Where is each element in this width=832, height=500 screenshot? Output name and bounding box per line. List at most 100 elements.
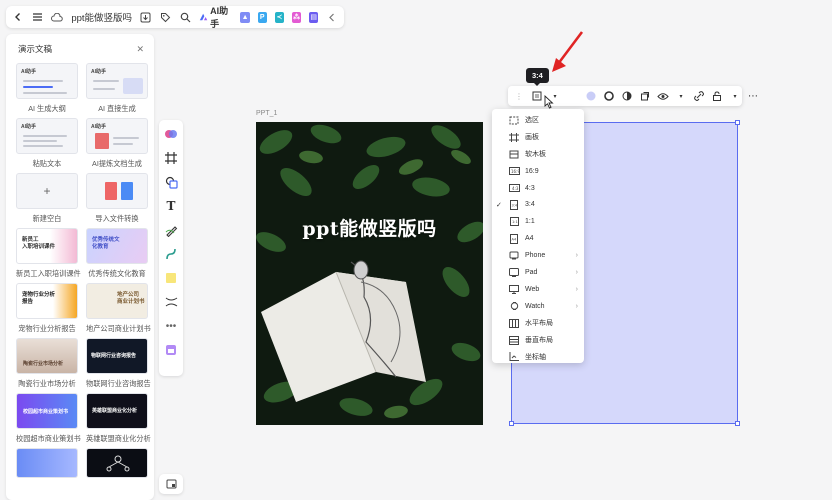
template-tile[interactable]: AI助手 AI提炼文档生成 (86, 118, 148, 169)
mindmap-tool-icon[interactable] (163, 294, 179, 310)
resize-handle[interactable] (509, 421, 514, 426)
document-title[interactable]: ppt能做竖版吗 (71, 10, 132, 24)
dropdown-item-1[interactable]: 选区 (492, 112, 584, 129)
template-tile[interactable]: 物联网行业咨询报告 物联网行业咨询报告 (86, 338, 151, 389)
template-tile[interactable]: 地产公司 商业计划书 地产公司商业计划书 (86, 283, 151, 334)
ppt-file-icon (105, 182, 117, 200)
frame-tool-icon[interactable] (163, 150, 179, 166)
slide-title[interactable]: ppt能做竖版吗 (256, 214, 483, 241)
lock-icon[interactable] (711, 89, 723, 103)
dropdown-item-13[interactable]: 水平布局 (492, 315, 584, 332)
template-tile[interactable]: 导入文件转换 (86, 173, 148, 224)
dropdown-item-4[interactable]: 16:9 16:9 (492, 163, 584, 180)
template-tile[interactable]: 校园超市商业策划书 校园超市商业策划书 (16, 393, 81, 444)
minimap-icon (166, 479, 176, 489)
template-label: 粘贴文本 (32, 159, 62, 168)
tooltip: 3:4 (526, 68, 549, 86)
fill-color-button[interactable] (585, 89, 597, 103)
dropdown-item-15[interactable]: 坐标轴 (492, 348, 584, 365)
collapse-toolbar-icon[interactable] (326, 10, 338, 24)
more-options-icon[interactable]: ⋯ (747, 89, 759, 103)
copy-style-icon[interactable] (639, 89, 651, 103)
shape-tool-icon[interactable] (163, 174, 179, 190)
dropdown-item-label: 选区 (525, 117, 539, 125)
dropdown-item-label: 水平布局 (525, 320, 553, 328)
image-tool-icon[interactable]: ▲ (240, 11, 250, 23)
template-thumbnail: AI助手 (86, 63, 148, 99)
menu-icon[interactable] (32, 10, 44, 24)
back-icon[interactable] (12, 10, 24, 24)
visibility-icon[interactable] (657, 89, 669, 103)
opacity-icon[interactable] (621, 89, 633, 103)
template-thumbnail: 宠物行业分析 报告 (16, 283, 78, 319)
tag-icon[interactable] (160, 10, 172, 24)
template-tile[interactable]: + 新建空白 (16, 173, 78, 224)
web-icon (508, 284, 520, 294)
connector-tool-icon[interactable] (163, 246, 179, 262)
border-style-icon[interactable] (603, 89, 615, 103)
template-tile[interactable]: 新员工 入职培训课件 新员工入职培训课件 (16, 228, 81, 279)
dropdown-item-3[interactable]: 软木板 (492, 146, 584, 163)
flow-tool-icon[interactable]: ⁂ (291, 11, 302, 23)
dropdown-item-9[interactable]: Phone › (492, 247, 584, 264)
frame-size-dropdown: 选区画板 软木板 16:9 16:9 4:3 4:3 ✓ 3:4 3:4 1:1 1:1 A4 A4 Ph… (492, 109, 584, 363)
vertical-layout-icon (508, 335, 520, 345)
template-tile[interactable]: 英雄联盟商业化分析 英雄联盟商业化分析 (86, 393, 151, 444)
close-icon[interactable]: ✕ (136, 44, 144, 55)
thumb-text: 宠物行业分析 报告 (22, 292, 56, 305)
dropdown-item-5[interactable]: 4:3 4:3 (492, 180, 584, 197)
template-tile[interactable]: 宠物行业分析 报告 宠物行业分析报告 (16, 283, 78, 334)
apps-icon[interactable] (163, 342, 179, 358)
template-tile[interactable]: AI助手 粘贴文本 (16, 118, 78, 169)
frame-size-button[interactable] (531, 89, 543, 103)
dropdown-item-label: Watch (525, 302, 545, 310)
template-tile[interactable]: 优秀传统文 化教育 优秀传统文化教育 (86, 228, 148, 279)
dropdown-item-label: 4:3 (525, 184, 535, 192)
sticky-note-icon[interactable] (163, 270, 179, 286)
dropdown-item-7[interactable]: 1:1 1:1 (492, 213, 584, 230)
resize-handle[interactable] (735, 421, 740, 426)
template-tile[interactable] (86, 448, 148, 478)
vertical-toolstrip: T ••• (159, 120, 183, 376)
mindmap-tool-icon[interactable]: ≺ (274, 11, 284, 23)
template-tile[interactable]: 陶瓷行业市场分析 陶瓷行业市场分析 (16, 338, 78, 389)
drag-handle-icon[interactable]: ⋮ (513, 89, 525, 103)
resize-handle[interactable] (735, 120, 740, 125)
dropdown-item-10[interactable]: Pad › (492, 264, 584, 281)
red-arrow-annotation (552, 31, 584, 72)
dropdown-item-14[interactable]: 垂直布局 (492, 332, 584, 349)
template-tile[interactable]: AI助手 AI 直接生成 (86, 63, 148, 114)
slide-page[interactable]: ppt能做竖版吗 (256, 122, 483, 425)
download-icon[interactable] (140, 10, 152, 24)
template-thumbnail: AI助手 (16, 118, 78, 154)
ai-assistant-button[interactable]: AI助手 (199, 4, 232, 30)
link-icon[interactable] (693, 89, 705, 103)
mouse-cursor-icon (544, 95, 554, 109)
chevron-down-icon[interactable]: ▾ (729, 89, 741, 103)
thumb-text: 校园超市商业策划书 (23, 409, 69, 415)
dropdown-item-11[interactable]: Web › (492, 281, 584, 298)
dropdown-item-8[interactable]: A4 A4 (492, 230, 584, 247)
dropdown-item-12[interactable]: Watch › (492, 298, 584, 315)
bottom-tool-button[interactable] (159, 474, 183, 494)
template-label: 优秀传统文化教育 (88, 269, 146, 278)
template-label: 新建空白 (32, 214, 62, 223)
template-label: AI 直接生成 (98, 104, 136, 113)
template-tile[interactable] (16, 448, 78, 478)
color-shapes-icon[interactable] (163, 126, 179, 142)
ai-logo-icon (199, 13, 208, 21)
ppt-tool-icon[interactable]: P (257, 11, 267, 23)
dropdown-item-2[interactable]: 画板 (492, 129, 584, 146)
template-label: 地产公司商业计划书 (86, 324, 151, 333)
checkmark-icon: ✓ (496, 201, 502, 209)
template-thumbnail: 陶瓷行业市场分析 (16, 338, 78, 374)
presentation-panel: 演示文稿 ✕ AI助手 AI 生成大纲 AI助手 AI 直接生成 AI助手 粘贴… (6, 34, 154, 500)
chevron-down-icon[interactable]: ▾ (675, 89, 687, 103)
template-tile[interactable]: AI助手 AI 生成大纲 (16, 63, 78, 114)
pen-tool-icon[interactable] (163, 222, 179, 238)
dropdown-item-6[interactable]: ✓ 3:4 3:4 (492, 196, 584, 213)
search-icon[interactable] (179, 10, 191, 24)
more-tools-icon[interactable]: ••• (163, 318, 179, 334)
text-tool-icon[interactable]: T (163, 198, 179, 214)
chat-tool-icon[interactable]: ▤ (309, 11, 319, 23)
